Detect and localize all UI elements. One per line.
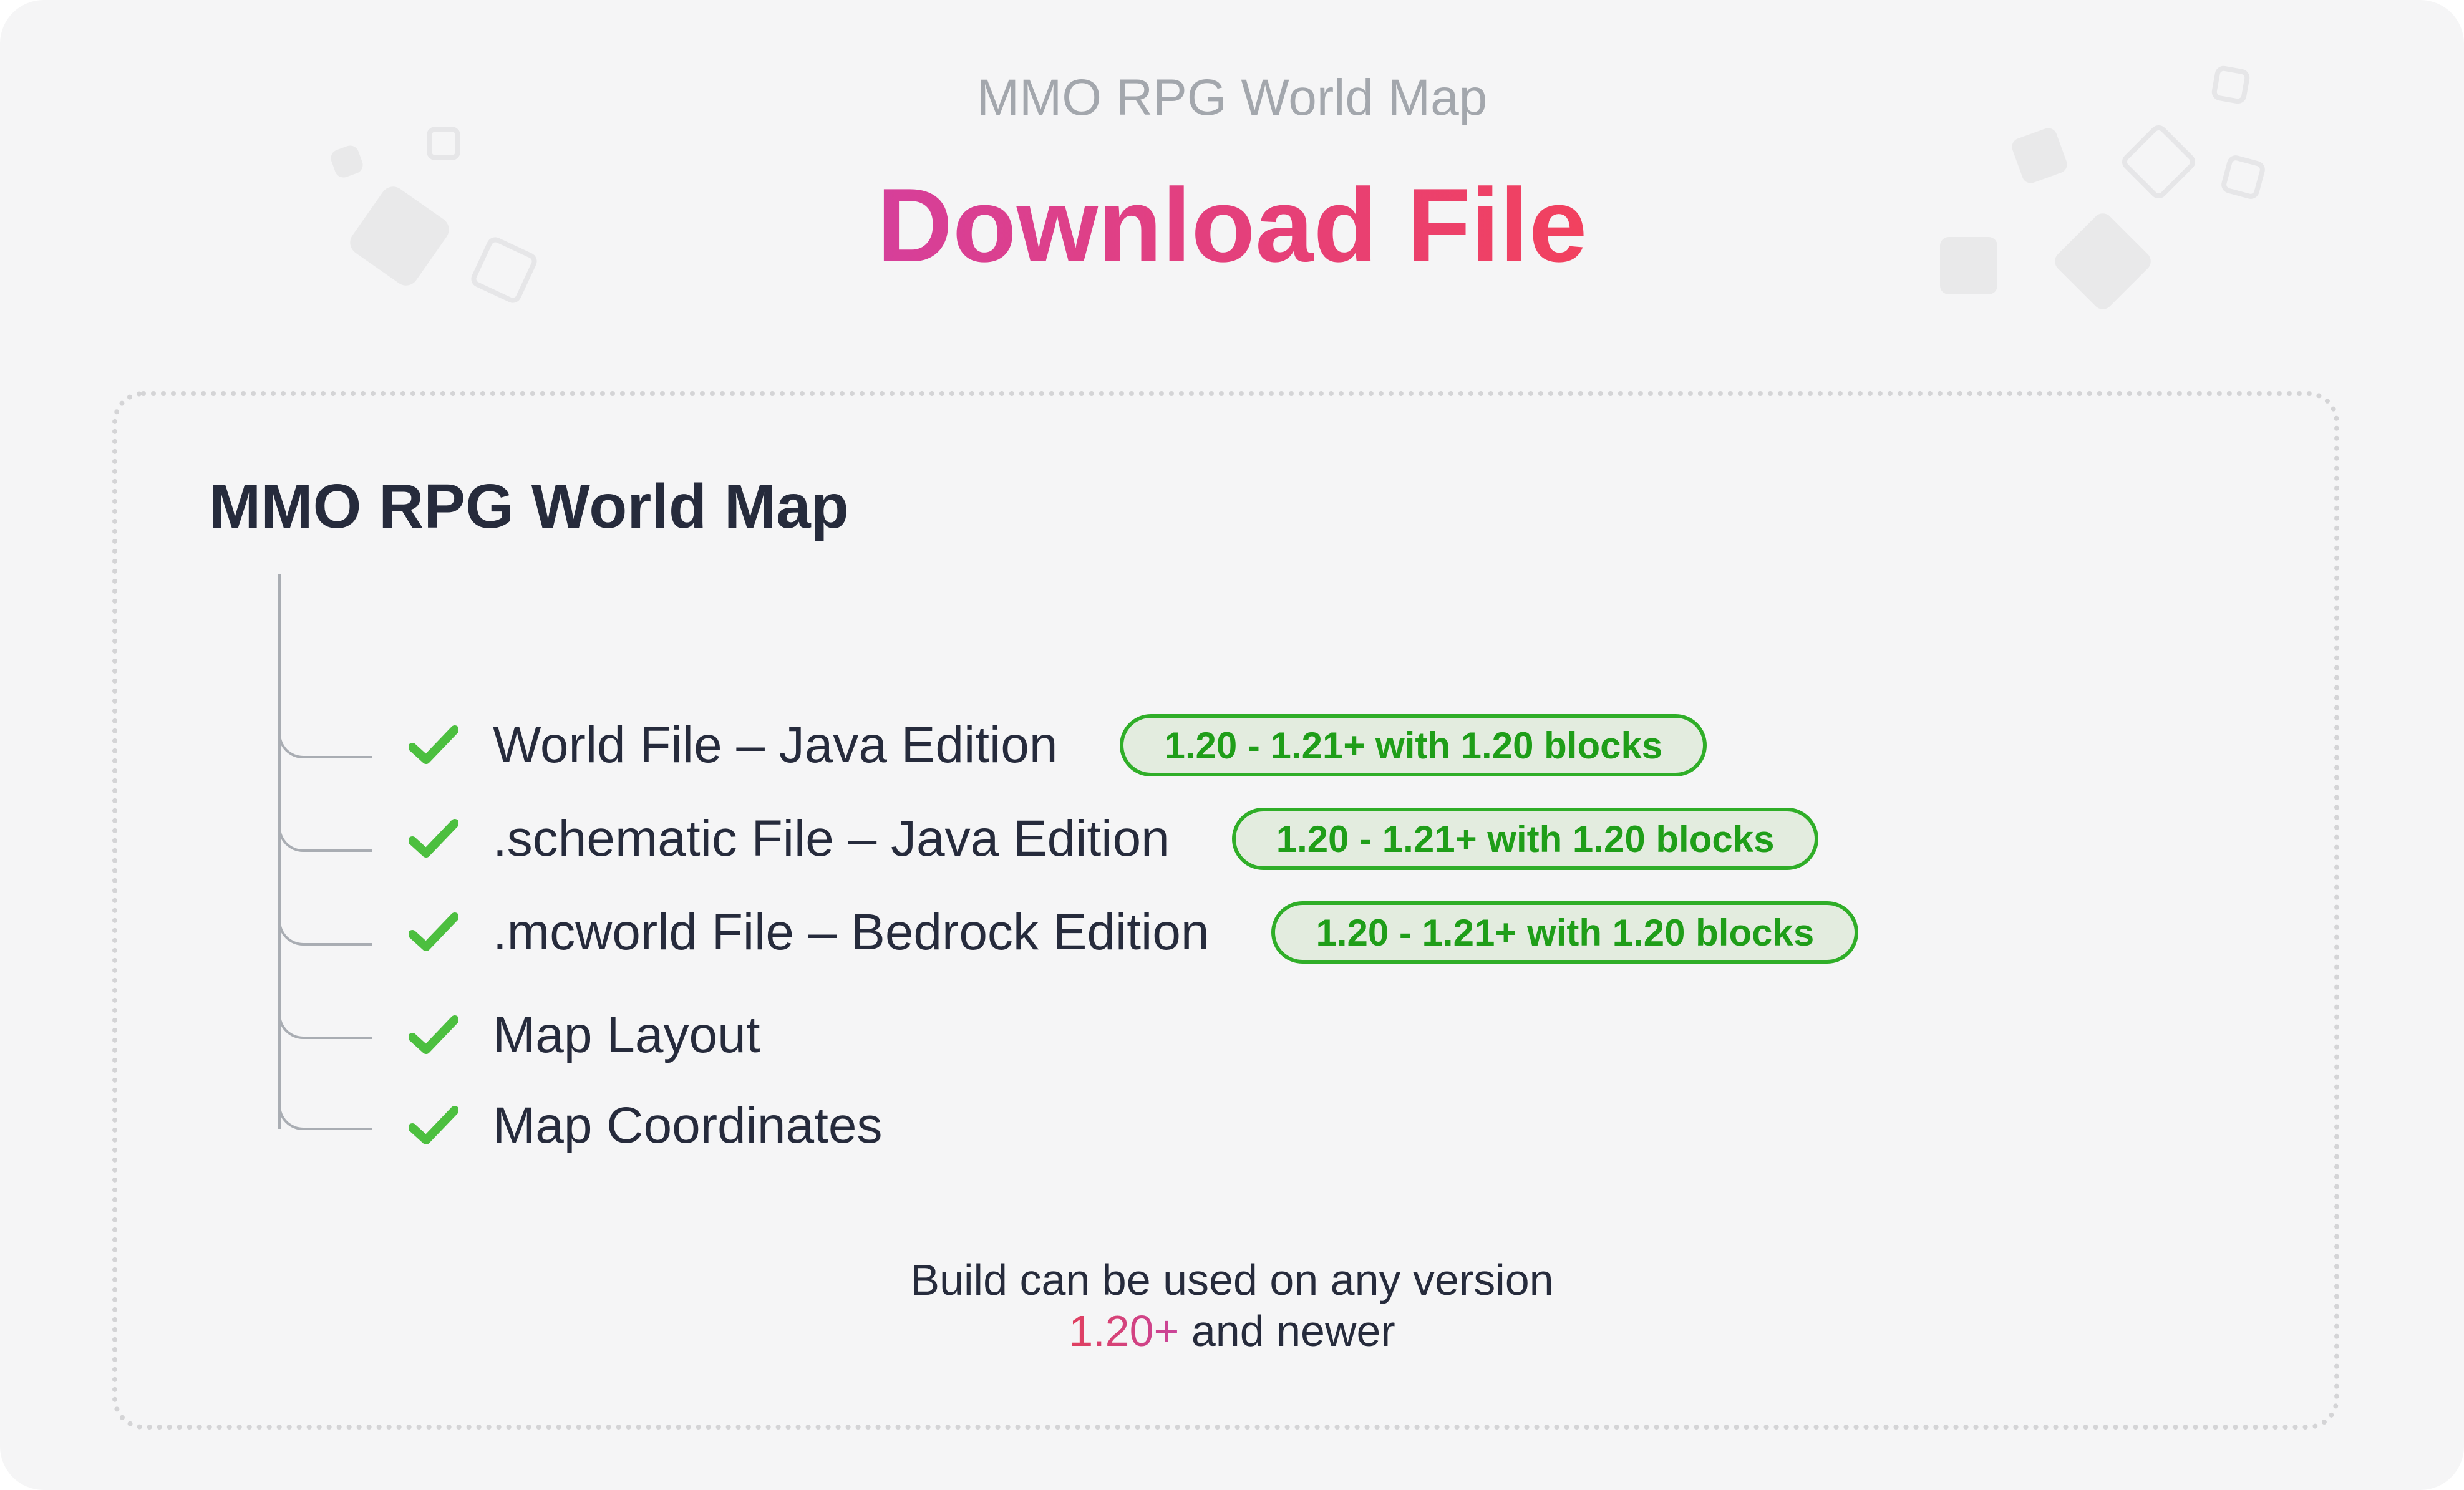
list-item[interactable]: Map Coordinates (409, 1091, 882, 1160)
check-icon (409, 1015, 458, 1054)
check-icon (409, 725, 458, 764)
tree-branch (278, 815, 372, 852)
download-panel: MMO RPG World Map Download File MMO RPG … (0, 0, 2464, 1490)
footer-line-2: 1.20+ and newer (0, 1306, 2464, 1356)
item-label: .mcworld File – Bedrock Edition (493, 904, 1210, 960)
tree-line (278, 574, 281, 1129)
page-title-text: Download File (876, 167, 1588, 284)
list-item[interactable]: .mcworld File – Bedrock Edition 1.20 - 1… (409, 898, 1859, 967)
tree-branch (278, 1093, 372, 1130)
tree-branch (278, 1002, 372, 1039)
footer-line-1: Build can be used on any version (910, 1255, 1554, 1304)
version-highlight: 1.20+ (1069, 1307, 1180, 1355)
check-icon (409, 912, 458, 951)
item-label: World File – Java Edition (493, 717, 1058, 773)
list-item[interactable]: World File – Java Edition 1.20 - 1.21+ w… (409, 711, 1707, 780)
footer-suffix: and newer (1179, 1307, 1395, 1355)
decor-square (427, 127, 460, 160)
tree-branch (278, 908, 372, 946)
item-label: .schematic File – Java Edition (493, 810, 1170, 867)
version-badge: 1.20 - 1.21+ with 1.20 blocks (1271, 901, 1859, 964)
page-subtitle: MMO RPG World Map (976, 69, 1488, 126)
item-label: Map Coordinates (493, 1097, 883, 1154)
list-item[interactable]: Map Layout (409, 1001, 760, 1070)
list-item[interactable]: .schematic File – Java Edition 1.20 - 1.… (409, 805, 1819, 873)
check-icon (409, 819, 458, 858)
check-icon (409, 1106, 458, 1144)
version-badge: 1.20 - 1.21+ with 1.20 blocks (1120, 714, 1707, 776)
tree-branch (278, 721, 372, 758)
item-label: Map Layout (493, 1007, 760, 1063)
page-title: Download File (0, 165, 2464, 286)
card-title: MMO RPG World Map (209, 472, 849, 541)
version-badge: 1.20 - 1.21+ with 1.20 blocks (1231, 808, 1819, 870)
